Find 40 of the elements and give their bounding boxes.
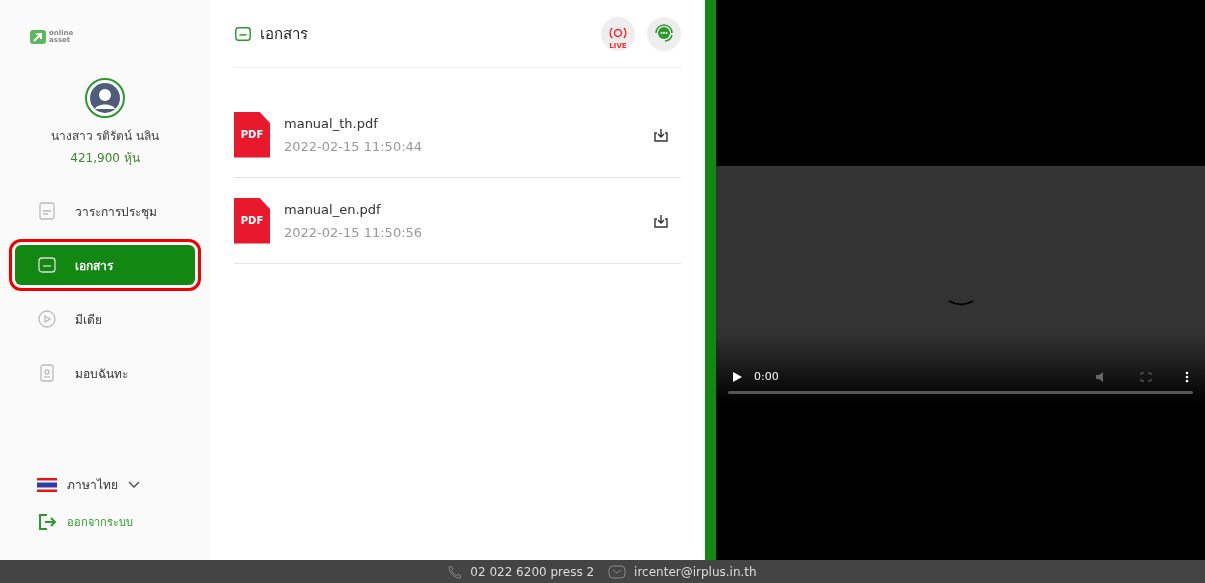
mail-icon xyxy=(608,564,627,579)
file-name[interactable]: manual_th.pdf xyxy=(284,115,639,131)
play-icon[interactable] xyxy=(732,371,742,382)
user-name: นางสาว รติรัตน์ นลิน xyxy=(49,128,161,145)
file-date: 2022-02-15 11:50:56 xyxy=(284,224,424,240)
avatar xyxy=(85,78,125,118)
nav-item[interactable]: วาระการประชุม xyxy=(15,191,195,231)
email-address: ircenter@irplus.in.th xyxy=(634,564,757,579)
file-date: 2022-02-15 11:50:44 xyxy=(284,138,424,154)
nav-item[interactable]: เอกสาร xyxy=(15,245,195,285)
phone-icon xyxy=(448,564,463,579)
nav-item[interactable]: มีเดีย xyxy=(15,299,195,339)
panel-title: เอกสาร xyxy=(260,23,309,45)
more-icon[interactable] xyxy=(1185,370,1189,383)
pdf-file-icon: PDF xyxy=(234,111,270,158)
progress-track[interactable] xyxy=(728,391,1193,394)
play-icon xyxy=(37,309,57,329)
share-count: 421,900 หุ้น xyxy=(69,150,141,167)
phone-number: 02 022 6200 press 2 xyxy=(470,564,595,579)
pdf-file-icon: PDF xyxy=(234,197,270,244)
download-icon[interactable] xyxy=(653,126,669,143)
thai-flag-icon xyxy=(37,477,57,492)
file-name[interactable]: manual_en.pdf xyxy=(284,201,639,217)
video-time: 0:00 xyxy=(754,370,780,383)
fullscreen-icon[interactable] xyxy=(1139,370,1153,383)
chevron-down-icon xyxy=(128,480,140,489)
logout-icon xyxy=(37,512,57,532)
chat-button[interactable] xyxy=(647,16,681,51)
folder-icon xyxy=(234,24,252,43)
logo-icon xyxy=(30,30,46,44)
folder-icon xyxy=(37,255,57,275)
language-selector[interactable]: ภาษาไทย xyxy=(37,475,210,494)
nav-item[interactable]: มอบฉันทะ xyxy=(15,353,195,393)
user-file-icon xyxy=(37,363,57,383)
video-player[interactable]: 0:00 xyxy=(716,0,1205,560)
logout-link[interactable]: ออกจากระบบ xyxy=(37,512,210,532)
loading-spinner-icon xyxy=(946,299,975,307)
download-icon[interactable] xyxy=(653,212,669,229)
chat-icon xyxy=(653,23,675,44)
document-icon xyxy=(37,201,57,221)
